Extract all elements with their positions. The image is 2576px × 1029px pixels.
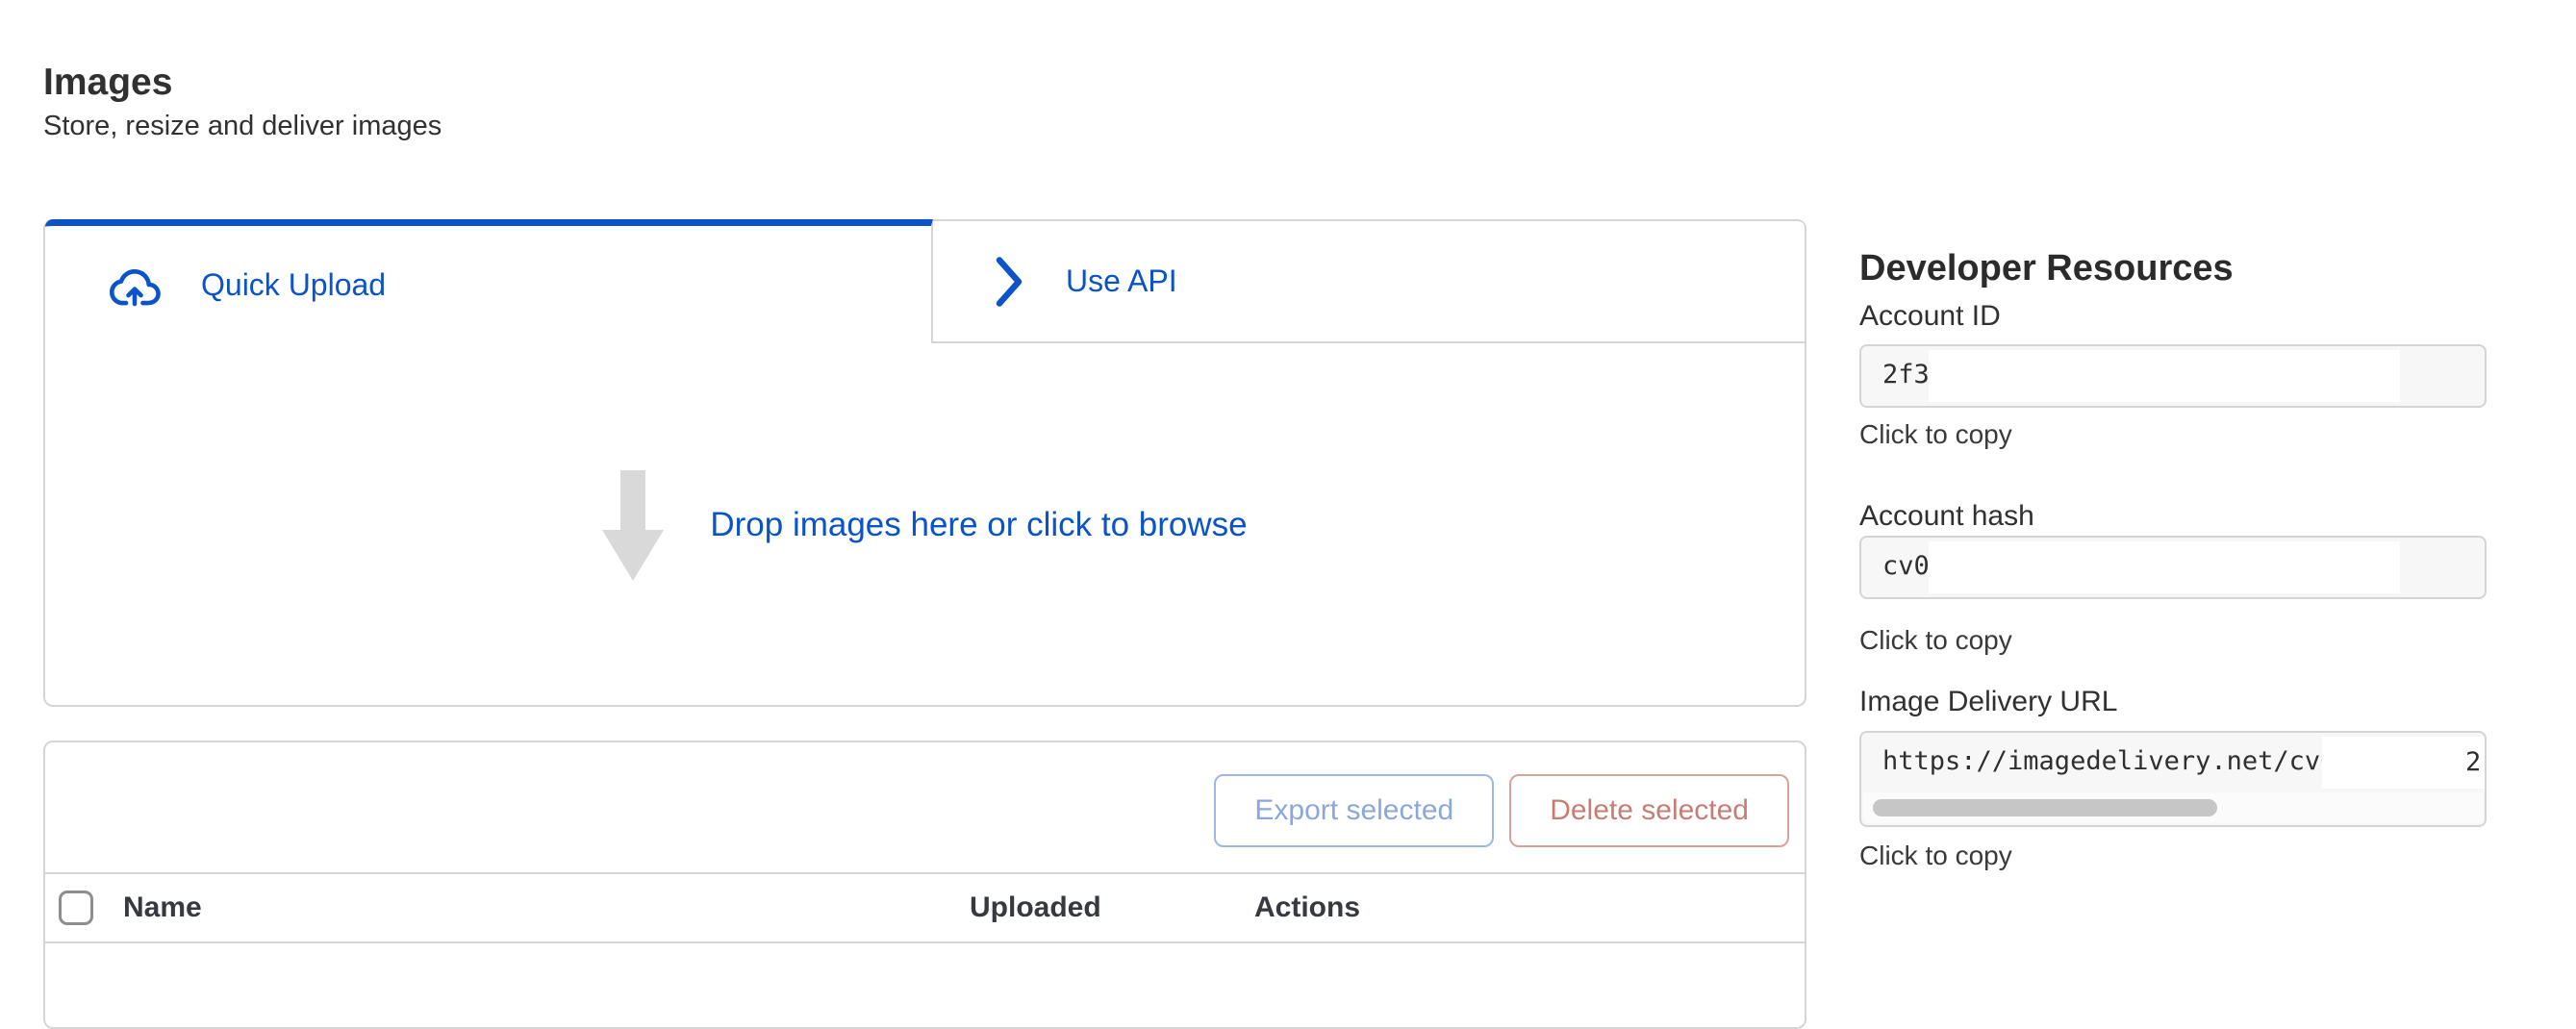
url-tail-fragment: 2 bbox=[2465, 737, 2480, 789]
tab-use-api[interactable]: Use API bbox=[933, 219, 1805, 343]
account-hash-copy-hint: Click to copy bbox=[1859, 625, 2012, 656]
redaction-overlay bbox=[2322, 737, 2486, 789]
page-subtitle: Store, resize and deliver images bbox=[43, 108, 442, 144]
image-dropzone[interactable]: Drop images here or click to browse bbox=[45, 343, 1805, 707]
sidebar-title: Developer Resources bbox=[1859, 248, 2234, 289]
developer-resources-sidebar: Developer Resources Account ID 2f3d Clic… bbox=[1859, 217, 2487, 891]
arrow-down-icon bbox=[602, 470, 664, 581]
account-hash-field[interactable]: cv0J bbox=[1859, 536, 2487, 599]
chevron-right-icon bbox=[995, 255, 1023, 309]
page-title: Images bbox=[43, 60, 172, 106]
account-id-field[interactable]: 2f3d bbox=[1859, 344, 2487, 408]
scrollbar-thumb[interactable] bbox=[1873, 799, 2217, 816]
redaction-overlay bbox=[1929, 350, 2400, 402]
image-delivery-url-copy-hint: Click to copy bbox=[1859, 841, 2012, 871]
redaction-overlay bbox=[1929, 541, 2400, 593]
tab-quick-upload[interactable]: Quick Upload bbox=[45, 219, 933, 343]
account-hash-label: Account hash bbox=[1859, 500, 2034, 533]
upload-panel: Quick Upload Use API Drop images here or… bbox=[43, 219, 1806, 707]
export-selected-button[interactable]: Export selected bbox=[1214, 774, 1494, 847]
dropzone-text: Drop images here or click to browse bbox=[710, 506, 1247, 544]
account-id-copy-hint: Click to copy bbox=[1859, 419, 2012, 450]
tab-quick-upload-label: Quick Upload bbox=[201, 267, 386, 303]
account-id-label: Account ID bbox=[1859, 300, 2001, 333]
upload-tabs: Quick Upload Use API bbox=[45, 219, 1805, 343]
image-delivery-url-field[interactable]: https://imagedelivery.net/cv0JSj 2 bbox=[1859, 731, 2487, 827]
column-header-uploaded: Uploaded bbox=[970, 891, 1101, 924]
cloud-upload-icon bbox=[107, 263, 163, 307]
delete-selected-button[interactable]: Delete selected bbox=[1509, 774, 1789, 847]
select-all-checkbox[interactable] bbox=[59, 891, 93, 925]
image-delivery-url-label: Image Delivery URL bbox=[1859, 686, 2117, 718]
tab-use-api-label: Use API bbox=[1066, 264, 1177, 299]
image-delivery-url-value: https://imagedelivery.net/cv0JSj bbox=[1882, 733, 2383, 791]
horizontal-scrollbar[interactable] bbox=[1863, 792, 2483, 823]
column-header-name: Name bbox=[123, 891, 202, 924]
images-table-header: Name Uploaded Actions bbox=[45, 874, 1805, 943]
column-header-actions: Actions bbox=[1254, 891, 1360, 924]
list-toolbar: Export selected Delete selected bbox=[45, 742, 1805, 874]
images-list-panel: Export selected Delete selected Name Upl… bbox=[43, 740, 1806, 1029]
